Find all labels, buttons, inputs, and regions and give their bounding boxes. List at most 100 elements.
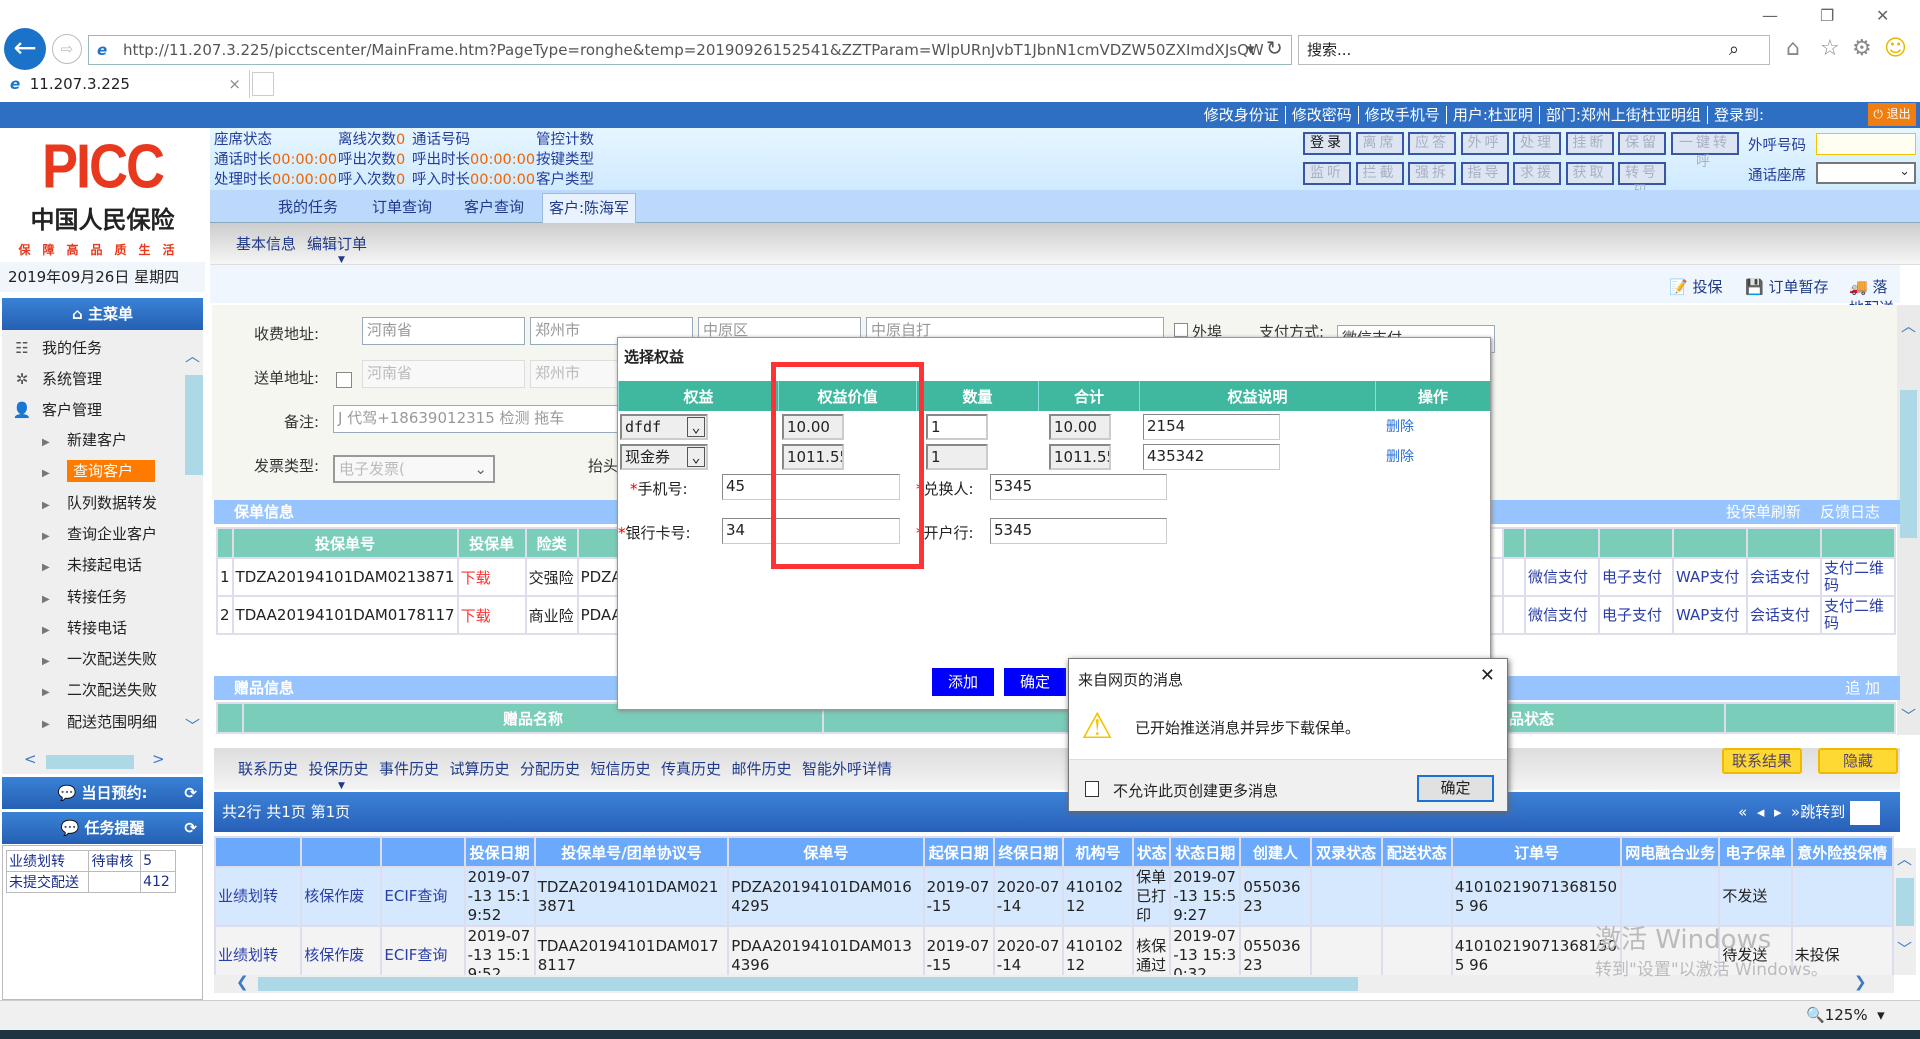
invoice-type-select[interactable]: 电子发票(⌄ bbox=[333, 455, 495, 483]
sidebar-item-0[interactable]: ☷ 我的任务 bbox=[2, 334, 102, 362]
smiley-icon[interactable]: ☺ bbox=[1884, 36, 1907, 61]
sidebar-subitem-2[interactable]: ▶ 队列数据转发 bbox=[42, 489, 157, 517]
pay-link-4[interactable]: 会话支付 bbox=[1746, 595, 1822, 635]
sidebar-hscroll[interactable]: < > bbox=[2, 750, 203, 774]
row-action-link[interactable]: 核保作废 bbox=[300, 925, 383, 975]
pay-link-0[interactable]: 详情 bbox=[1502, 595, 1526, 635]
main-scrollbar[interactable]: ︿ ﹀ bbox=[1897, 305, 1920, 735]
close-icon[interactable]: ✕ bbox=[1480, 665, 1495, 686]
call-button2-5[interactable]: 获取 bbox=[1565, 162, 1614, 185]
nav-tab-1[interactable]: 订单查询 bbox=[372, 196, 432, 217]
restore-icon[interactable]: ❐ bbox=[1820, 6, 1834, 25]
browser-tab[interactable]: e 11.207.3.225 × bbox=[0, 70, 250, 98]
favorites-icon[interactable]: ☆ bbox=[1820, 36, 1840, 61]
external-checkbox[interactable] bbox=[1174, 323, 1188, 337]
scroll-right-icon[interactable]: > bbox=[152, 750, 165, 768]
sidebar-subitem-6[interactable]: ▶ 转接电话 bbox=[42, 614, 127, 642]
scroll-left-icon[interactable]: < bbox=[24, 750, 37, 768]
alert-ok-button[interactable]: 确定 bbox=[1417, 775, 1494, 802]
download-link[interactable]: 下载 bbox=[456, 595, 527, 635]
redeemer-input[interactable]: 5345 bbox=[990, 474, 1167, 500]
dropdown-icon[interactable]: ▾ bbox=[1247, 40, 1255, 58]
home-icon[interactable]: ⌂ bbox=[1786, 36, 1800, 61]
history-tab-0[interactable]: 联系历史 bbox=[238, 758, 298, 779]
nav-tab-3[interactable]: 客户:陈海军 bbox=[542, 193, 637, 223]
scroll-up-icon[interactable]: ︿ bbox=[1901, 315, 1916, 336]
exit-button[interactable]: ⏻ 退出 bbox=[1868, 103, 1916, 126]
benefit-select[interactable]: dfdf ⌄ bbox=[620, 414, 708, 440]
quantity-input[interactable]: 1 bbox=[926, 444, 988, 470]
sidebar-item-1[interactable]: ✲ 系统管理 bbox=[2, 365, 102, 393]
refresh-icon[interactable]: ⟳ bbox=[184, 812, 197, 844]
jump-page-input[interactable] bbox=[1850, 800, 1880, 825]
scroll-up-icon[interactable]: ︿ bbox=[1897, 848, 1912, 869]
call-button2-2[interactable]: 强拆 bbox=[1408, 162, 1456, 185]
scroll-thumb[interactable] bbox=[185, 375, 203, 475]
description-input[interactable]: 2154 bbox=[1143, 414, 1280, 440]
feedback-log-link[interactable]: 反馈日志 bbox=[1820, 503, 1880, 521]
sidebar-subitem-9[interactable]: ▶ 配送范围明细 bbox=[42, 708, 157, 736]
sidebar-subitem-0[interactable]: ▶ 新建客户 bbox=[42, 426, 127, 454]
appointments-header[interactable]: 💬 当日预约: ⟳ bbox=[2, 777, 203, 809]
call-button2-4[interactable]: 求援 bbox=[1513, 162, 1561, 185]
task-row[interactable]: 业绩划转 待审核 5 bbox=[5, 850, 176, 872]
history-tab-8[interactable]: 智能外呼详情 bbox=[802, 758, 892, 779]
back-button[interactable]: ← bbox=[4, 28, 46, 70]
scroll-right-icon[interactable]: ❯ bbox=[1854, 973, 1867, 991]
delete-link[interactable]: 删除 bbox=[1386, 446, 1414, 466]
pay-link-5[interactable]: 支付二维码 bbox=[1820, 595, 1896, 635]
forward-button[interactable]: ⇨ bbox=[52, 34, 82, 64]
history-tab-7[interactable]: 邮件历史 bbox=[732, 758, 792, 779]
edit-password-link[interactable]: 修改密码 bbox=[1285, 106, 1359, 124]
row-action-link[interactable]: 业绩划转 bbox=[214, 866, 303, 927]
call-button2-0[interactable]: 监听 bbox=[1303, 162, 1351, 185]
gift-add-link[interactable]: 追 加 bbox=[1845, 676, 1880, 700]
nav-tab-0[interactable]: 我的任务 bbox=[278, 196, 338, 217]
pay-link-2[interactable]: 电子支付 bbox=[1598, 557, 1674, 597]
sidebar-subitem-7[interactable]: ▶ 一次配送失败 bbox=[42, 645, 157, 673]
search-input[interactable]: 搜索... ⌕ bbox=[1298, 35, 1770, 65]
refresh-icon[interactable]: ↻ bbox=[1266, 36, 1283, 60]
call-button-4[interactable]: 处理 bbox=[1513, 132, 1561, 155]
minimize-icon[interactable]: — bbox=[1762, 6, 1778, 25]
add-button[interactable]: 添加 bbox=[932, 668, 994, 696]
pay-link-5[interactable]: 支付二维码 bbox=[1820, 557, 1896, 597]
tab-basic-info[interactable]: 基本信息 bbox=[236, 233, 296, 254]
bank-input[interactable]: 5345 bbox=[990, 518, 1167, 544]
hide-button[interactable]: 隐藏 bbox=[1818, 748, 1898, 774]
pay-link-0[interactable]: 详情 bbox=[1502, 557, 1526, 597]
delivery-checkbox[interactable] bbox=[336, 372, 352, 388]
first-page-icon[interactable]: « bbox=[1738, 803, 1747, 821]
hscroll-thumb[interactable] bbox=[258, 977, 1358, 991]
close-window-icon[interactable]: ✕ bbox=[1876, 6, 1889, 25]
history-tab-6[interactable]: 传真历史 bbox=[661, 758, 721, 779]
sidebar-subitem-3[interactable]: ▶ 查询企业客户 bbox=[42, 520, 157, 548]
confirm-button[interactable]: 确定 bbox=[1004, 668, 1066, 696]
tab-edit-order[interactable]: 编辑订单 bbox=[307, 233, 367, 254]
fee-province-input[interactable]: 河南省 bbox=[362, 317, 525, 345]
scroll-thumb[interactable] bbox=[1896, 878, 1914, 926]
call-button-3[interactable]: 外呼 bbox=[1460, 132, 1509, 155]
search-icon[interactable]: ⌕ bbox=[1729, 36, 1739, 64]
pay-link-3[interactable]: WAP支付 bbox=[1672, 557, 1748, 597]
toolbar-0[interactable]: 📝 投保 bbox=[1669, 276, 1722, 297]
outbound-number-input[interactable] bbox=[1816, 133, 1916, 155]
call-button2-1[interactable]: 拦截 bbox=[1355, 162, 1404, 185]
address-bar[interactable]: e http://11.207.3.225/picctscenter/MainFr… bbox=[88, 35, 1292, 65]
close-tab-icon[interactable]: × bbox=[228, 70, 241, 98]
main-menu-header[interactable]: ⌂ 主菜单 bbox=[2, 298, 203, 330]
delivery-province-input[interactable]: 河南省 bbox=[362, 360, 525, 388]
pay-link-2[interactable]: 电子支付 bbox=[1598, 595, 1674, 635]
contact-result-button[interactable]: 联系结果 bbox=[1722, 748, 1802, 774]
total-input[interactable]: 10.00 bbox=[1049, 414, 1111, 440]
settings-icon[interactable]: ⚙ bbox=[1852, 36, 1872, 61]
call-button-5[interactable]: 挂断 bbox=[1565, 132, 1614, 155]
history-tab-1[interactable]: 投保历史 bbox=[309, 758, 369, 779]
call-button-0[interactable]: 登录 bbox=[1303, 132, 1351, 155]
next-page-icon[interactable]: ▸ bbox=[1774, 803, 1782, 821]
call-button-1[interactable]: 离席 bbox=[1355, 132, 1404, 155]
task-row[interactable]: 未提交配送 412 bbox=[5, 871, 176, 893]
download-link[interactable]: 下载 bbox=[456, 557, 527, 597]
history-tab-5[interactable]: 短信历史 bbox=[591, 758, 651, 779]
edit-id-link[interactable]: 修改身份证 bbox=[1197, 106, 1286, 124]
